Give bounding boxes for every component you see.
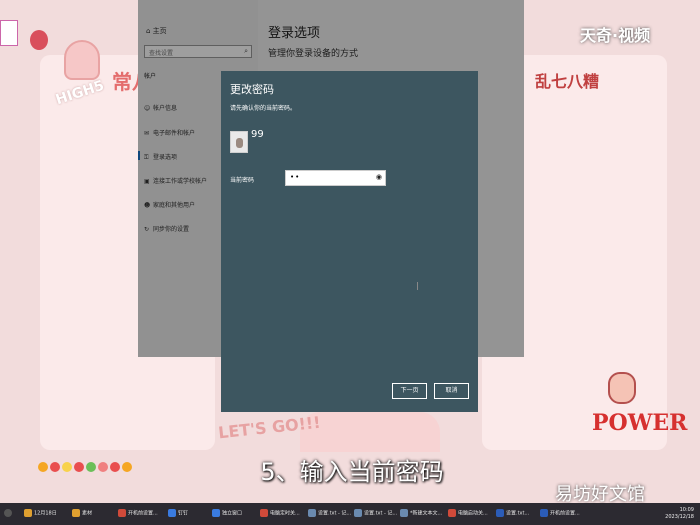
balloon-decoration <box>30 30 48 50</box>
dingtalk-icon <box>168 509 176 517</box>
taskbar-item-label: 钉钉 <box>178 510 189 517</box>
account-name: 99 <box>251 129 264 140</box>
taskbar-item-label: 电脑启动关... <box>458 510 488 517</box>
power-text: POWER <box>592 410 688 436</box>
high-five-hands-decoration <box>64 40 100 80</box>
taskbar-item-label: 开机前设置... <box>128 510 158 517</box>
avatar <box>230 131 248 153</box>
taskbar-item[interactable]: 开机前设置... <box>118 509 158 517</box>
taskbar-item[interactable]: 素材 <box>72 509 92 517</box>
taskbar-item[interactable]: 12月18日 <box>24 509 57 517</box>
reveal-password-icon[interactable]: ◉ <box>376 173 382 181</box>
app-icon <box>260 509 268 517</box>
taskbar-item[interactable]: *新建文本文... <box>400 509 442 517</box>
notepad-icon <box>354 509 362 517</box>
taskbar-item[interactable]: 设置.txt - 记... <box>354 509 397 517</box>
taskbar-item-label: 独立窗口 <box>222 510 243 517</box>
start-icon[interactable] <box>4 509 14 517</box>
taskbar-item-label: 设置.txt... <box>506 510 530 517</box>
taskbar-item[interactable]: 独立窗口 <box>212 509 242 517</box>
folder-icon <box>24 509 32 517</box>
taskbar-item[interactable]: 开机前设置... <box>540 509 580 517</box>
taskbar: 12月18日 素材 开机前设置... 钉钉 独立窗口 电脑定时关... 设置.t… <box>0 503 700 525</box>
taskbar-item-label: 素材 <box>82 510 93 517</box>
change-password-dialog: 更改密码 请先确认你的当前密码。 99 当前密码 •• ◉ 下一页 取消 <box>221 71 478 412</box>
app-icon <box>448 509 456 517</box>
taskbar-item-label: 电脑定时关... <box>270 510 300 517</box>
taskbar-item[interactable]: 设置.txt - 记... <box>308 509 351 517</box>
app-icon <box>118 509 126 517</box>
taskbar-item-label: 设置.txt - 记... <box>364 510 398 517</box>
taskbar-item-label: 12月18日 <box>34 510 57 517</box>
cancel-button[interactable]: 取消 <box>434 383 469 399</box>
word-icon <box>496 509 504 517</box>
fist-decoration <box>608 372 636 404</box>
taskbar-item[interactable]: 设置.txt... <box>496 509 529 517</box>
taskbar-item[interactable]: 钉钉 <box>168 509 188 517</box>
desktop-app-icon[interactable] <box>0 20 18 46</box>
dialog-instruction: 请先确认你的当前密码。 <box>230 105 297 112</box>
clock-time: 10:09 <box>679 507 694 513</box>
characters-decoration <box>300 412 440 452</box>
next-button[interactable]: 下一页 <box>392 383 427 399</box>
taskbar-item[interactable]: 电脑定时关... <box>260 509 300 517</box>
clock-date: 2023/12/18 <box>665 514 694 520</box>
folder-icon <box>72 509 80 517</box>
notepad-icon <box>308 509 316 517</box>
current-password-label: 当前密码 <box>230 177 255 184</box>
current-password-input[interactable]: •• ◉ <box>285 170 418 290</box>
taskbar-item-label: 设置.txt - 记... <box>318 510 352 517</box>
wallpaper-text-right: 乱七八糟 <box>535 72 600 91</box>
taskbar-item-label: *新建文本文... <box>410 510 443 517</box>
taskbar-item-label: 开机前设置... <box>550 510 580 517</box>
taskbar-item[interactable]: 电脑启动关... <box>448 509 488 517</box>
text-cursor-icon <box>417 282 418 290</box>
word-icon <box>540 509 548 517</box>
notepad-icon <box>400 509 408 517</box>
video-watermark-top: 天奇·视频 <box>580 26 651 45</box>
taskbar-clock[interactable]: 10:09 2023/12/18 <box>665 507 694 521</box>
dialog-title: 更改密码 <box>230 83 274 96</box>
window-icon <box>212 509 220 517</box>
password-value: •• <box>290 173 301 181</box>
